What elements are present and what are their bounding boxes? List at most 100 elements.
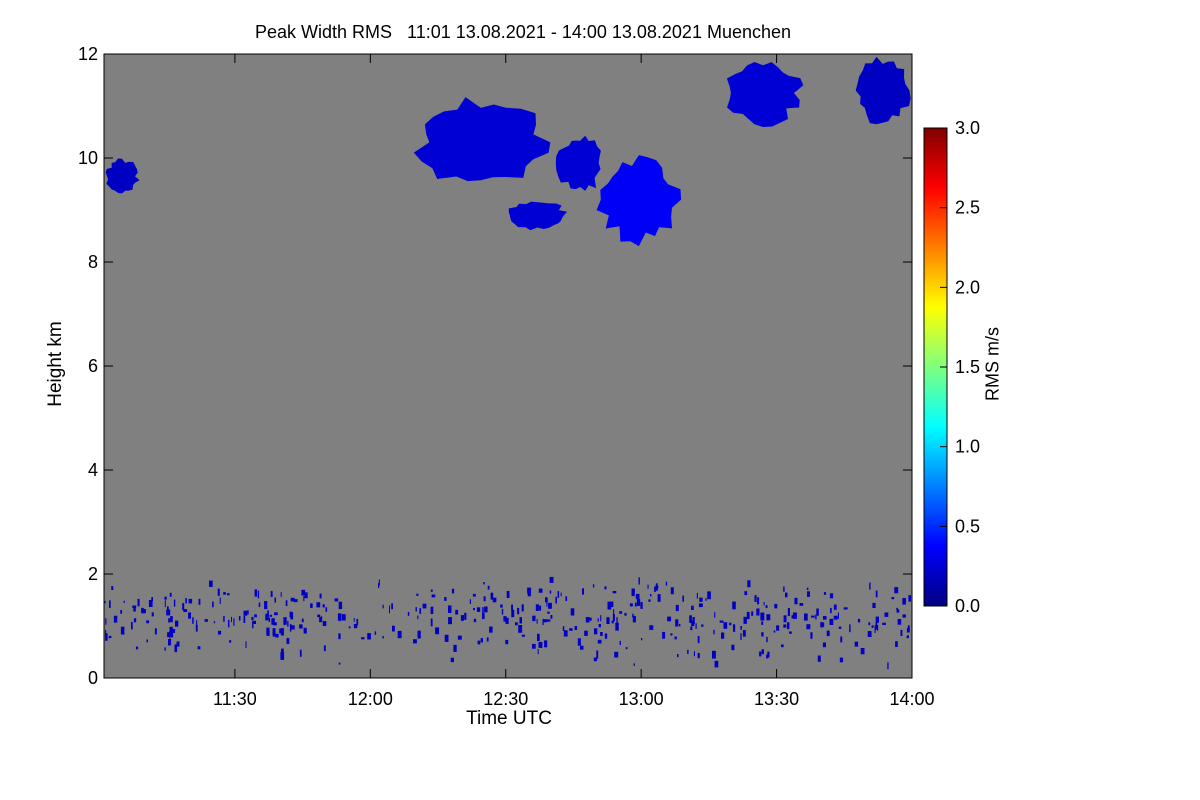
boundary-layer-echo [247, 610, 249, 615]
boundary-layer-echo [691, 605, 694, 610]
boundary-layer-echo [900, 629, 903, 636]
boundary-layer-echo [884, 612, 889, 617]
boundary-layer-echo [875, 616, 879, 623]
boundary-layer-echo [604, 633, 608, 639]
boundary-layer-echo [164, 596, 167, 600]
boundary-layer-echo [647, 584, 649, 589]
boundary-layer-echo [548, 602, 552, 609]
boundary-layer-echo [817, 655, 821, 662]
boundary-layer-echo [164, 600, 166, 608]
y-tick-label: 8 [88, 252, 98, 272]
boundary-layer-echo [783, 615, 787, 623]
boundary-layer-echo [791, 615, 794, 619]
boundary-layer-echo [616, 617, 618, 625]
boundary-layer-echo [600, 615, 602, 622]
boundary-layer-echo [212, 601, 214, 608]
boundary-layer-echo [563, 630, 568, 637]
boundary-layer-echo [675, 604, 679, 612]
boundary-layer-echo [146, 620, 150, 624]
boundary-layer-echo [766, 614, 771, 621]
boundary-layer-echo [756, 608, 760, 616]
x-axis-label: Time UTC [466, 708, 552, 729]
boundary-layer-echo [341, 614, 346, 621]
boundary-layer-echo [238, 616, 241, 621]
boundary-layer-echo [209, 580, 213, 587]
boundary-layer-echo [535, 604, 539, 611]
boundary-layer-echo [635, 593, 640, 600]
boundary-layer-echo [721, 632, 725, 639]
boundary-layer-echo [264, 601, 268, 610]
boundary-layer-echo [218, 630, 222, 635]
boundary-layer-echo [670, 587, 674, 595]
boundary-layer-echo [323, 645, 326, 652]
boundary-layer-echo [268, 617, 271, 622]
boundary-layer-echo [565, 596, 568, 601]
boundary-layer-echo [906, 635, 909, 639]
boundary-layer-echo [532, 643, 536, 649]
boundary-layer-echo [111, 586, 114, 590]
boundary-layer-echo [761, 632, 764, 637]
boundary-layer-echo [301, 618, 304, 623]
boundary-layer-echo [472, 593, 476, 597]
boundary-layer-echo [549, 576, 554, 583]
boundary-layer-echo [169, 592, 172, 597]
boundary-layer-echo [460, 615, 464, 621]
boundary-layer-echo [172, 629, 176, 633]
boundary-layer-echo [131, 622, 133, 630]
boundary-layer-echo [759, 651, 762, 657]
x-tick-label: 13:30 [754, 689, 799, 709]
boundary-layer-echo [823, 592, 827, 595]
boundary-layer-echo [338, 601, 343, 610]
boundary-layer-echo [223, 592, 226, 595]
boundary-layer-echo [695, 623, 697, 629]
colorbar-label: RMS m/s [982, 327, 1003, 401]
boundary-layer-echo [135, 646, 139, 650]
boundary-layer-echo [413, 639, 417, 644]
boundary-layer-echo [849, 624, 851, 633]
boundary-layer-echo [322, 604, 325, 608]
boundary-layer-echo [310, 603, 313, 608]
boundary-layer-echo [476, 607, 481, 612]
boundary-layer-echo [378, 583, 380, 589]
boundary-layer-echo [417, 630, 421, 639]
boundary-layer-echo [698, 603, 703, 608]
boundary-layer-echo [254, 589, 257, 597]
boundary-layer-echo [304, 592, 308, 599]
boundary-layer-echo [649, 625, 653, 629]
y-tick-label: 10 [78, 148, 98, 168]
boundary-layer-echo [754, 595, 757, 602]
boundary-layer-echo [774, 603, 778, 609]
boundary-layer-echo [596, 650, 599, 659]
boundary-layer-echo [638, 577, 640, 585]
boundary-layer-echo [515, 622, 518, 626]
boundary-layer-echo [895, 641, 898, 647]
boundary-layer-echo [545, 597, 548, 603]
boundary-layer-echo [705, 598, 707, 601]
boundary-layer-echo [254, 614, 257, 618]
boundary-layer-echo [693, 651, 695, 657]
boundary-layer-echo [382, 604, 384, 609]
boundary-layer-echo [875, 590, 878, 598]
boundary-layer-echo [538, 605, 542, 611]
boundary-layer-echo [133, 618, 137, 623]
boundary-layer-echo [415, 607, 417, 612]
boundary-layer-echo [543, 619, 547, 623]
boundary-layer-echo [787, 608, 790, 616]
boundary-layer-echo [367, 633, 371, 640]
boundary-layer-echo [538, 588, 543, 593]
boundary-layer-echo [781, 644, 784, 648]
x-tick-label: 12:30 [483, 689, 528, 709]
boundary-layer-echo [113, 615, 118, 623]
boundary-layer-echo [687, 649, 689, 654]
boundary-layer-echo [830, 607, 832, 614]
boundary-layer-echo [766, 654, 769, 659]
boundary-layer-echo [521, 604, 524, 612]
y-tick-label: 12 [78, 44, 98, 64]
boundary-layer-echo [338, 662, 341, 665]
boundary-layer-echo [640, 602, 643, 609]
boundary-layer-echo [598, 624, 601, 628]
boundary-layer-echo [761, 621, 764, 625]
boundary-layer-echo [266, 627, 270, 636]
boundary-layer-echo [348, 626, 351, 629]
boundary-layer-echo [776, 625, 780, 631]
